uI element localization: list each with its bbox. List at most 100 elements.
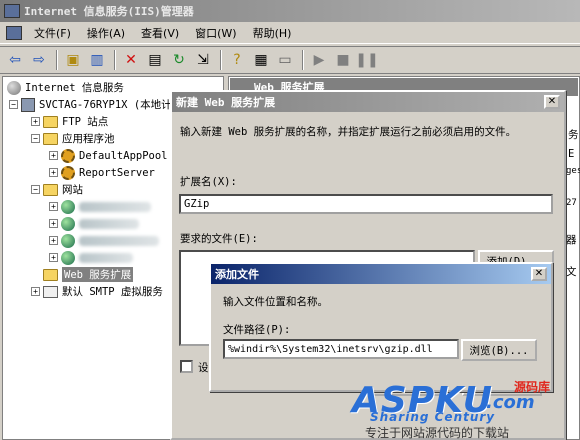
system-menu-icon[interactable] <box>6 25 22 40</box>
details-fragment: 27 <box>566 198 577 208</box>
forward-icon[interactable]: ⇨ <box>28 49 50 71</box>
tree-node-site-4[interactable]: + <box>49 249 133 266</box>
expand-icon[interactable]: + <box>49 151 58 160</box>
folder-icon <box>43 115 58 128</box>
website-icon <box>61 250 75 265</box>
computer-icon[interactable]: ▭ <box>274 49 296 71</box>
dialog-titlebar: 添加文件 <box>211 264 551 284</box>
menu-action[interactable]: 操作(A) <box>79 23 133 43</box>
tree-label: Internet 信息服务 <box>25 82 124 94</box>
checkbox-label: 设 <box>198 362 209 374</box>
menu-file[interactable]: 文件(F) <box>26 23 79 43</box>
toolbar-separator <box>220 50 222 70</box>
toolbar-separator <box>302 50 304 70</box>
server-icon <box>21 97 35 112</box>
ext-name-input[interactable]: GZip <box>179 194 553 214</box>
tree-node-server[interactable]: − SVCTAG-76RYP1X (本地计 <box>9 96 172 113</box>
redacted-site-name <box>79 218 139 229</box>
allow-status-checkbox[interactable] <box>180 360 193 373</box>
dialog-title: 新建 Web 服务扩展 <box>176 96 276 109</box>
toolbar: ⇦ ⇨ ▣ ▥ ✕ ▤ ↻ ⇲ ? ▦ ▭ ▶ ■ ❚❚ <box>0 46 580 74</box>
expand-icon[interactable]: + <box>49 168 58 177</box>
export-icon[interactable]: ⇲ <box>192 49 214 71</box>
dialog-instruction: 输入文件位置和名称。 <box>223 296 328 308</box>
back-icon[interactable]: ⇦ <box>4 49 26 71</box>
file-path-label: 文件路径(P): <box>223 324 291 336</box>
redacted-site-name <box>79 252 133 263</box>
tree-node-ftp[interactable]: + FTP 站点 <box>31 113 108 130</box>
smtp-icon <box>43 285 58 298</box>
up-folder-icon[interactable]: ▣ <box>62 49 84 71</box>
expand-icon[interactable]: + <box>49 236 58 245</box>
website-icon <box>61 233 75 248</box>
tree-label: 网站 <box>62 184 83 196</box>
delete-icon[interactable]: ✕ <box>120 49 142 71</box>
tree-label: 默认 SMTP 虚拟服务 <box>62 286 163 298</box>
list-view-icon[interactable]: ▦ <box>250 49 272 71</box>
menu-window[interactable]: 窗口(W) <box>187 23 244 43</box>
tree-node-pool-default[interactable]: + DefaultAppPool <box>49 147 168 164</box>
close-button[interactable]: ✕ <box>531 267 547 281</box>
collapse-icon[interactable]: − <box>9 100 18 109</box>
iis-app-icon <box>4 4 20 18</box>
tree-node-smtp[interactable]: + 默认 SMTP 虚拟服务 <box>31 283 163 300</box>
help-icon[interactable]: ? <box>226 49 248 71</box>
refresh-icon[interactable]: ↻ <box>168 49 190 71</box>
dialog-instruction: 输入新建 Web 服务扩展的名称，并指定扩展运行之前必须启用的文件。 <box>180 126 517 138</box>
menu-view[interactable]: 查看(V) <box>133 23 187 43</box>
redacted-site-name <box>79 235 159 246</box>
details-fragment: ges <box>566 166 580 176</box>
tree-label: Web 服务扩展 <box>62 267 134 282</box>
redacted-site-name <box>79 201 151 212</box>
app-pool-icon <box>61 148 75 163</box>
expand-icon[interactable]: + <box>49 202 58 211</box>
tree-label: SVCTAG-76RYP1X (本地计 <box>39 99 172 111</box>
tree-label: ReportServer <box>79 166 155 179</box>
details-fragment: 务 <box>568 129 579 141</box>
tree-node-app-pools[interactable]: − 应用程序池 <box>31 130 115 147</box>
properties-icon[interactable]: ▤ <box>144 49 166 71</box>
folder-icon <box>43 268 58 281</box>
website-icon <box>61 199 75 214</box>
tree-label: 应用程序池 <box>62 133 115 145</box>
ext-name-label: 扩展名(X): <box>180 176 237 188</box>
toolbar-separator <box>56 50 58 70</box>
stop-icon[interactable]: ■ <box>332 49 354 71</box>
menu-help[interactable]: 帮助(H) <box>245 23 300 43</box>
required-files-label: 要求的文件(E): <box>180 233 258 245</box>
collapse-icon[interactable]: − <box>31 134 40 143</box>
details-fragment: 文 <box>566 266 577 278</box>
iis-root-icon <box>7 80 21 95</box>
tree-node-root[interactable]: Internet 信息服务 <box>7 79 124 96</box>
collapse-icon[interactable]: − <box>31 185 40 194</box>
watermark-subtitle: Sharing Century <box>370 410 496 424</box>
toolbar-separator <box>114 50 116 70</box>
expand-icon[interactable]: + <box>31 287 40 296</box>
window-titlebar: Internet 信息服务(IIS)管理器 <box>0 0 580 22</box>
website-icon <box>61 216 75 231</box>
window-title: Internet 信息服务(IIS)管理器 <box>24 5 194 18</box>
watermark-slogan: 专注于网站源代码的下载站 <box>365 426 510 440</box>
browse-button[interactable]: 浏览(B)... <box>461 339 537 361</box>
file-path-input[interactable]: %windir%\System32\inetsrv\gzip.dll <box>223 339 459 359</box>
tree-node-site-3[interactable]: + <box>49 232 159 249</box>
tree-node-websites[interactable]: − 网站 <box>31 181 83 198</box>
tree-label: DefaultAppPool <box>79 149 168 162</box>
dialog-titlebar: 新建 Web 服务扩展 <box>172 92 564 112</box>
tree-label: FTP 站点 <box>62 116 109 128</box>
tree-node-web-ext[interactable]: Web 服务扩展 <box>31 266 134 283</box>
folder-icon <box>43 132 58 145</box>
tree-node-pool-report[interactable]: + ReportServer <box>49 164 155 181</box>
pause-icon[interactable]: ❚❚ <box>355 49 378 71</box>
menubar: 文件(F) 操作(A) 查看(V) 窗口(W) 帮助(H) <box>0 22 580 44</box>
close-button[interactable]: ✕ <box>544 95 560 109</box>
play-icon[interactable]: ▶ <box>308 49 330 71</box>
tree-node-site-2[interactable]: + <box>49 215 139 232</box>
details-fragment: E <box>568 148 575 160</box>
expand-icon[interactable]: + <box>31 117 40 126</box>
expand-icon[interactable]: + <box>49 219 58 228</box>
show-tree-icon[interactable]: ▥ <box>86 49 108 71</box>
tree-node-site-1[interactable]: + <box>49 198 151 215</box>
dialog-title: 添加文件 <box>215 268 259 281</box>
expand-icon[interactable]: + <box>49 253 58 262</box>
